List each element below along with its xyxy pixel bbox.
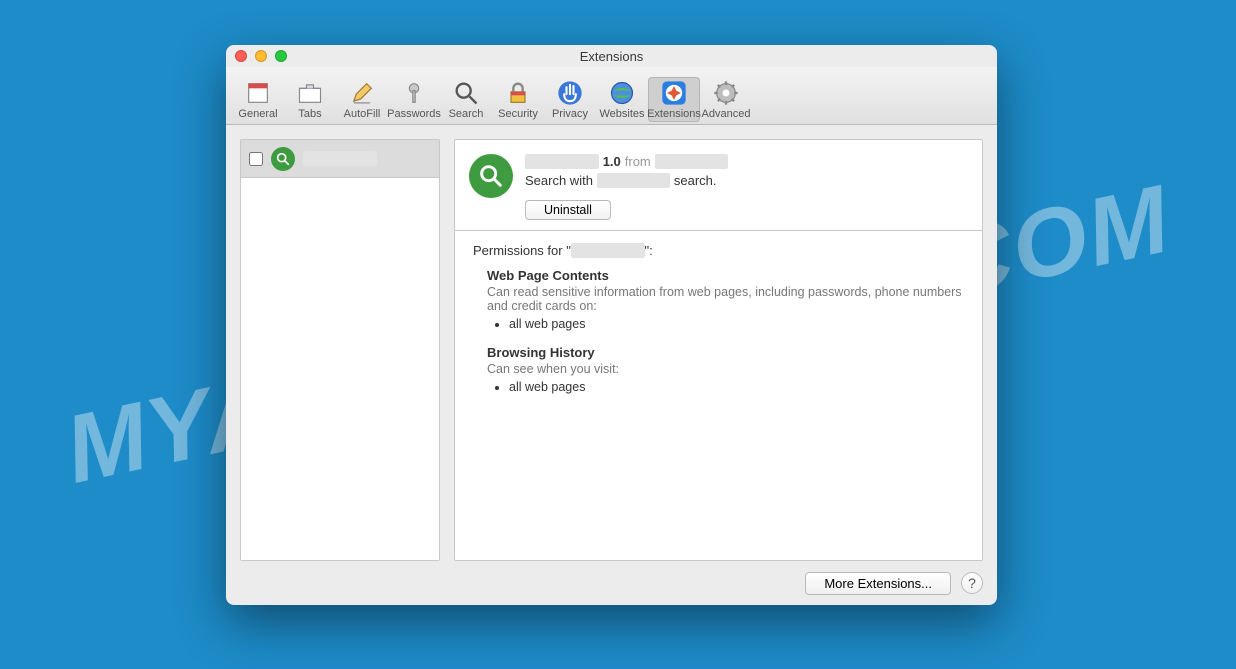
- permission-block: Web Page Contents Can read sensitive inf…: [487, 268, 964, 331]
- toolbar-label: AutoFill: [344, 108, 381, 120]
- extensions-sidebar: ████████: [240, 139, 440, 561]
- toolbar-label: Search: [449, 108, 484, 120]
- switch-icon: [244, 79, 272, 107]
- perm-header-name: ████████: [571, 243, 645, 258]
- permission-block: Browsing History Can see when you visit:…: [487, 345, 964, 394]
- toolbar-label: Security: [498, 108, 538, 120]
- extension-enable-checkbox[interactable]: [249, 152, 263, 166]
- help-button[interactable]: ?: [961, 572, 983, 594]
- from-label: from: [625, 154, 651, 169]
- compass-icon: [660, 79, 688, 107]
- desc-redacted: ████████: [597, 173, 671, 188]
- toolbar-passwords[interactable]: Passwords: [388, 77, 440, 122]
- preferences-window: Extensions General Tabs AutoFill Passwor…: [226, 45, 997, 605]
- permission-desc: Can read sensitive information from web …: [487, 285, 964, 313]
- titlebar: Extensions: [226, 45, 997, 67]
- uninstall-button[interactable]: Uninstall: [525, 200, 611, 220]
- hand-icon: [556, 79, 584, 107]
- toolbar-privacy[interactable]: Privacy: [544, 77, 596, 122]
- perm-header-prefix: Permissions for ": [473, 243, 571, 258]
- magnifier-icon: [271, 147, 295, 171]
- toolbar-security[interactable]: Security: [492, 77, 544, 122]
- toolbar-label: Advanced: [702, 108, 751, 120]
- detail-header: ████████ 1.0 from ████████ Search with █…: [455, 140, 982, 230]
- toolbar-websites[interactable]: Websites: [596, 77, 648, 122]
- toolbar: General Tabs AutoFill Passwords Search: [226, 67, 997, 125]
- toolbar-label: Privacy: [552, 108, 588, 120]
- extension-version: 1.0: [603, 154, 621, 169]
- toolbar-label: Tabs: [298, 108, 321, 120]
- permissions-header: Permissions for "████████":: [473, 243, 964, 258]
- search-icon: [452, 79, 480, 107]
- toolbar-label: Passwords: [387, 108, 441, 120]
- gear-icon: [712, 79, 740, 107]
- extension-vendor: ████████: [655, 154, 729, 169]
- perm-header-suffix: ":: [645, 243, 653, 258]
- magnifier-icon: [469, 154, 513, 198]
- toolbar-search[interactable]: Search: [440, 77, 492, 122]
- desc-prefix: Search with: [525, 173, 593, 188]
- extension-row[interactable]: ████████: [241, 140, 439, 178]
- permission-desc: Can see when you visit:: [487, 362, 964, 376]
- content-body: ████████ ████████ 1.0 from ████████ Sear…: [226, 125, 997, 561]
- extension-name: ████████: [303, 151, 377, 166]
- tabs-icon: [296, 79, 324, 107]
- permission-item: all web pages: [509, 380, 964, 394]
- toolbar-extensions[interactable]: Extensions: [648, 77, 700, 122]
- extension-description: Search with ████████ search.: [525, 173, 968, 188]
- toolbar-label: Extensions: [647, 108, 701, 120]
- permission-title: Web Page Contents: [487, 268, 964, 283]
- footer: More Extensions... ?: [226, 561, 997, 605]
- toolbar-label: Websites: [599, 108, 644, 120]
- extension-title-line: ████████ 1.0 from ████████: [525, 154, 968, 169]
- toolbar-general[interactable]: General: [232, 77, 284, 122]
- toolbar-autofill[interactable]: AutoFill: [336, 77, 388, 122]
- window-title: Extensions: [226, 49, 997, 64]
- extension-detail: ████████ 1.0 from ████████ Search with █…: [454, 139, 983, 561]
- lock-icon: [504, 79, 532, 107]
- toolbar-tabs[interactable]: Tabs: [284, 77, 336, 122]
- permission-item: all web pages: [509, 317, 964, 331]
- toolbar-advanced[interactable]: Advanced: [700, 77, 752, 122]
- desc-suffix: search.: [674, 173, 717, 188]
- key-icon: [400, 79, 428, 107]
- permission-title: Browsing History: [487, 345, 964, 360]
- more-extensions-button[interactable]: More Extensions...: [805, 572, 951, 595]
- extension-name: ████████: [525, 154, 599, 169]
- globe-icon: [608, 79, 636, 107]
- pencil-icon: [348, 79, 376, 107]
- permissions-section: Permissions for "████████": Web Page Con…: [455, 231, 982, 420]
- toolbar-label: General: [238, 108, 277, 120]
